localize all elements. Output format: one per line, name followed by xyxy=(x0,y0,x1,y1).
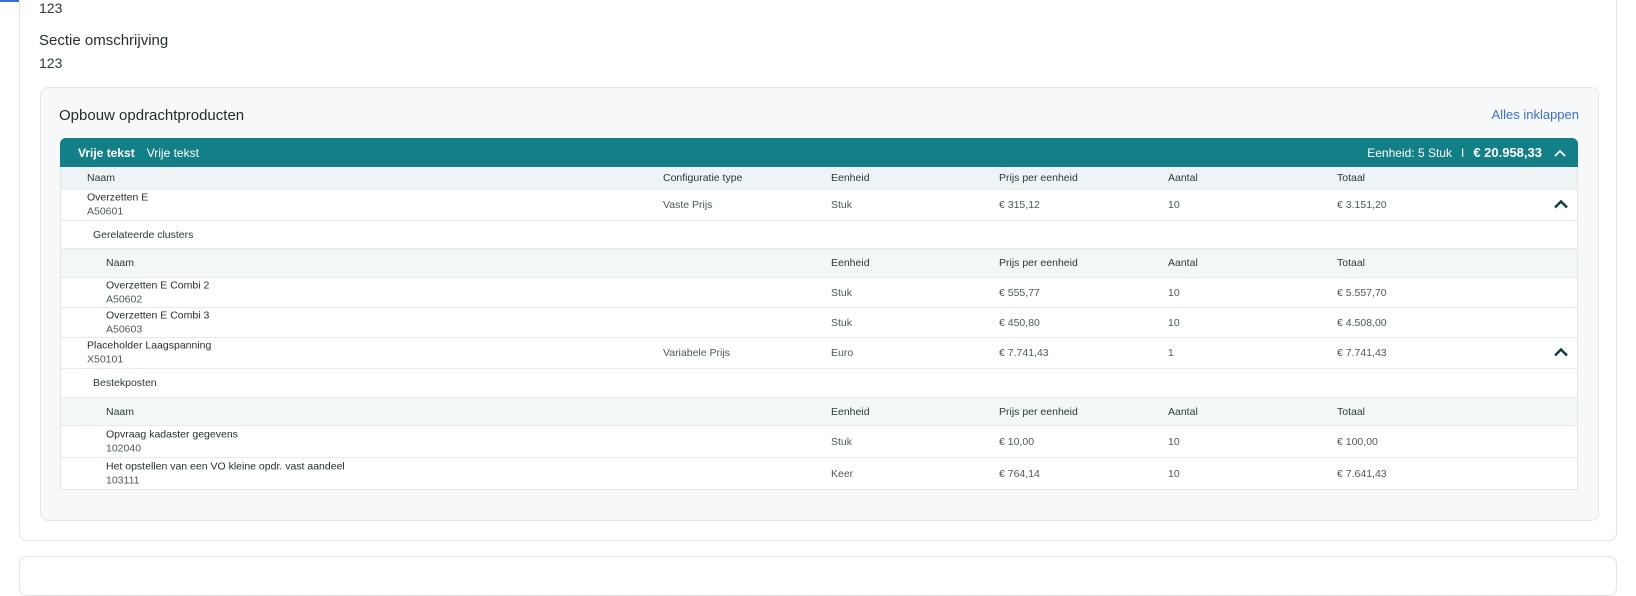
sub-item-total: € 100,00 xyxy=(1337,435,1378,448)
product-unit: Euro xyxy=(831,347,854,359)
sub-item-row: Overzetten E Combi 3 A50603 Stuk € 450,8… xyxy=(61,308,1577,338)
sub-col-header-price: Prijs per eenheid xyxy=(999,257,1078,269)
group-header[interactable]: Vrije tekst Vrije tekst Eenheid: 5 Stuk … xyxy=(60,138,1578,167)
product-name: Overzetten E xyxy=(87,191,149,204)
sub-col-header-name: Naam xyxy=(106,405,135,418)
sub-item-price: € 555,77 xyxy=(999,286,1040,299)
section-description-value: 123 xyxy=(39,55,63,71)
col-header-total: Totaal xyxy=(1337,172,1366,184)
col-header-config: Configuratie type xyxy=(663,172,743,184)
table-header: Naam Configuratie type Eenheid Prijs per… xyxy=(61,167,1577,190)
sub-item-qty: 10 xyxy=(1168,435,1180,448)
col-header-price: Prijs per eenheid xyxy=(999,172,1078,184)
sub-section-title: Gerelateerde clusters xyxy=(93,228,194,241)
sub-item-qty: 10 xyxy=(1168,286,1180,299)
field-value: 123 xyxy=(39,0,63,16)
product-total: € 7.741,43 xyxy=(1337,347,1387,359)
sub-item-price: € 450,80 xyxy=(999,316,1040,329)
sub-item-code: A50602 xyxy=(106,293,143,305)
sub-item-code: 103111 xyxy=(106,474,140,486)
product-code: A50601 xyxy=(87,205,124,218)
sub-col-header-total: Totaal xyxy=(1337,257,1366,269)
product-name: Placeholder Laagspanning xyxy=(87,339,212,352)
sub-item-unit: Stuk xyxy=(831,435,853,448)
sub-col-header-price: Prijs per eenheid xyxy=(999,405,1078,418)
sub-item-total: € 4.508,00 xyxy=(1337,316,1387,329)
sub-item-unit: Keer xyxy=(831,467,854,480)
sub-section-title: Bestekposten xyxy=(93,377,157,389)
sub-col-header-name: Naam xyxy=(106,257,135,269)
group-unit-summary: Eenheid: 5 Stuk xyxy=(1367,145,1452,160)
col-header-unit: Eenheid xyxy=(831,172,870,184)
sub-item-price: € 764,14 xyxy=(999,467,1040,480)
product-total: € 3.151,20 xyxy=(1337,199,1387,211)
product-qty: 1 xyxy=(1168,347,1174,359)
sub-item-name: Het opstellen van een VO kleine opdr. va… xyxy=(106,460,345,472)
group-name: Vrije tekst xyxy=(146,145,199,160)
sub-item-qty: 10 xyxy=(1168,316,1180,329)
next-section-card xyxy=(19,556,1617,596)
product-qty: 10 xyxy=(1168,199,1180,211)
collapse-all-link[interactable]: Alles inklappen xyxy=(1492,107,1579,122)
sub-section-row: Bestekposten xyxy=(61,369,1577,398)
sub-item-code: 102040 xyxy=(106,442,142,454)
sub-item-row: Overzetten E Combi 2 A50602 Stuk € 555,7… xyxy=(61,278,1577,308)
sub-table-header: Naam Eenheid Prijs per eenheid Aantal To… xyxy=(61,398,1577,426)
sub-item-unit: Stuk xyxy=(831,286,853,299)
product-unit: Stuk xyxy=(831,199,853,211)
chevron-up-icon[interactable] xyxy=(1553,347,1569,359)
col-header-qty: Aantal xyxy=(1168,172,1198,184)
product-price: € 315,12 xyxy=(999,199,1040,211)
group-separator: I xyxy=(1460,145,1465,160)
chevron-up-icon[interactable] xyxy=(1553,199,1569,211)
sub-item-code: A50603 xyxy=(106,323,143,335)
product-row[interactable]: Overzetten E A50601 Vaste Prijs Stuk € 3… xyxy=(61,190,1577,221)
sub-item-name: Overzetten E Combi 3 xyxy=(106,309,210,321)
group-total: € 20.958,33 xyxy=(1473,145,1542,160)
product-price: € 7.741,43 xyxy=(999,347,1049,359)
product-code: X50101 xyxy=(87,353,124,366)
sub-section-row: Gerelateerde clusters xyxy=(61,221,1577,249)
products-table: Naam Configuratie type Eenheid Prijs per… xyxy=(60,167,1578,490)
col-header-name: Naam xyxy=(87,172,116,184)
sub-col-header-unit: Eenheid xyxy=(831,405,870,418)
sub-item-name: Opvraag kadaster gegevens xyxy=(106,428,238,440)
sub-col-header-unit: Eenheid xyxy=(831,257,870,269)
panel-title: Opbouw opdrachtproducten xyxy=(59,107,245,124)
sub-item-unit: Stuk xyxy=(831,316,853,329)
sub-item-total: € 5.557,70 xyxy=(1337,286,1387,299)
sub-item-row: Opvraag kadaster gegevens 102040 Stuk € … xyxy=(61,426,1577,458)
product-config: Variabele Prijs xyxy=(663,347,730,359)
sub-item-qty: 10 xyxy=(1168,467,1180,480)
sub-col-header-total: Totaal xyxy=(1337,405,1366,418)
sub-item-total: € 7.641,43 xyxy=(1337,467,1387,480)
sub-col-header-qty: Aantal xyxy=(1168,257,1198,269)
sub-item-price: € 10,00 xyxy=(999,435,1035,448)
section-description-label: Sectie omschrijving xyxy=(39,32,169,49)
product-row[interactable]: Placeholder Laagspanning X50101 Variabel… xyxy=(61,338,1577,369)
group-type: Vrije tekst xyxy=(78,145,135,160)
sub-col-header-qty: Aantal xyxy=(1168,405,1198,418)
chevron-up-icon[interactable] xyxy=(1554,147,1566,159)
sub-table-header: Naam Eenheid Prijs per eenheid Aantal To… xyxy=(61,249,1577,278)
product-config: Vaste Prijs xyxy=(663,199,713,211)
sub-item-name: Overzetten E Combi 2 xyxy=(106,279,210,291)
sub-item-row: Het opstellen van een VO kleine opdr. va… xyxy=(61,458,1577,489)
